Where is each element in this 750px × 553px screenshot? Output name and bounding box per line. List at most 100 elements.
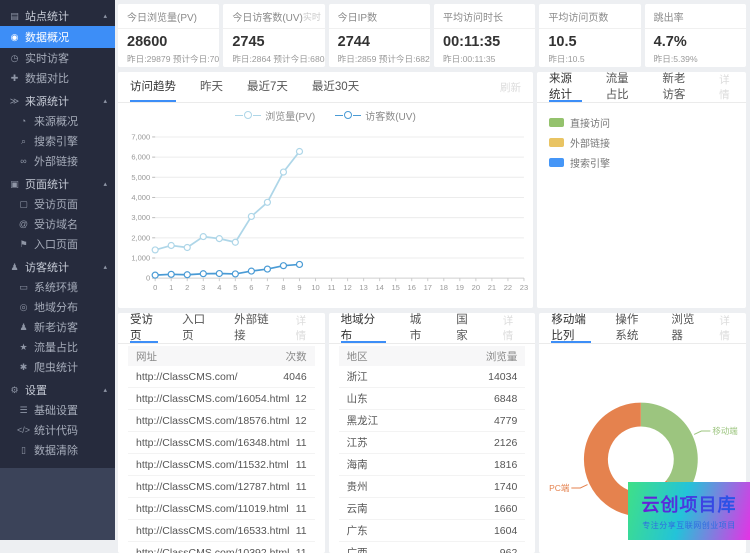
svg-text:1,000: 1,000 bbox=[131, 254, 150, 263]
pages-row-label: http://ClassCMS.com/18576.html bbox=[136, 415, 289, 427]
dashboard-icon: ◉ bbox=[8, 32, 21, 43]
source-legend-item[interactable]: 搜索引擎 bbox=[549, 155, 610, 170]
sidebar-item-page-stats[interactable]: ▣页面统计▴ bbox=[0, 174, 115, 194]
chevron-up-icon[interactable]: ▴ bbox=[103, 12, 107, 20]
pages-tab-external-link[interactable]: 外部链接 bbox=[234, 313, 271, 343]
source-tab-source-stats[interactable]: 来源统计 bbox=[549, 72, 582, 102]
chevron-up-icon[interactable]: ▴ bbox=[103, 263, 107, 271]
sidebar-item-region-distribution[interactable]: ◎地域分布 bbox=[0, 297, 115, 317]
svg-text:7: 7 bbox=[265, 283, 269, 292]
sidebar-item-label: 统计代码 bbox=[34, 422, 107, 438]
pages-icon: ▣ bbox=[8, 179, 21, 190]
chevron-up-icon[interactable]: ▴ bbox=[103, 180, 107, 188]
sidebar-item-visited-pages[interactable]: ▢受访页面 bbox=[0, 194, 115, 214]
device-tab-browser[interactable]: 浏览器 bbox=[671, 313, 695, 343]
source-action-link[interactable]: 详情 bbox=[719, 72, 734, 102]
sidebar-item-site-stats[interactable]: ▤站点统计▴ bbox=[0, 6, 115, 26]
trend-tab-yesterday[interactable]: 昨天 bbox=[200, 72, 223, 102]
pages-row-value: 11 bbox=[296, 547, 307, 553]
region-tab-country[interactable]: 国家 bbox=[456, 313, 479, 343]
legend-line bbox=[235, 115, 243, 116]
sidebar-item-label: 系统环境 bbox=[34, 279, 107, 295]
sidebar-item-realtime-visitors[interactable]: ◷实时访客 bbox=[0, 48, 115, 68]
pie-icon: ◔ bbox=[17, 116, 30, 126]
chevron-up-icon[interactable]: ▴ bbox=[103, 97, 107, 105]
trend-tab-last30[interactable]: 最近30天 bbox=[312, 72, 359, 102]
chevron-up-icon[interactable]: ▴ bbox=[103, 386, 107, 394]
sidebar-item-data-compare[interactable]: ✚数据对比 bbox=[0, 68, 115, 88]
sidebar-item-label: 来源概况 bbox=[34, 113, 107, 129]
sidebar-item-data-clear[interactable]: ▯数据清除 bbox=[0, 440, 115, 460]
stat-card-uv: 今日访客数(UV)实时2745昨日:2864 预计今日:6808∧ bbox=[223, 4, 324, 67]
trend-action-link[interactable]: 刷新 bbox=[500, 72, 521, 102]
legend-marker-icon bbox=[344, 111, 352, 119]
source-tabs: 来源统计流量占比新老访客详情 bbox=[537, 72, 746, 103]
sidebar-item-new-old-visitors[interactable]: ♟新老访客 bbox=[0, 317, 115, 337]
sidebar-item-external-links[interactable]: ∞外部链接 bbox=[0, 151, 115, 171]
trend-tab-visit-trend[interactable]: 访问趋势 bbox=[130, 72, 176, 102]
sidebar-item-visitor-stats[interactable]: ♟访客统计▴ bbox=[0, 257, 115, 277]
source-tab-traffic-share[interactable]: 流量占比 bbox=[606, 72, 639, 102]
region-panel: 地域分布城市国家详情 地区浏览量浙江14034山东6848黑龙江4779江苏21… bbox=[329, 313, 536, 553]
svg-text:9: 9 bbox=[297, 283, 301, 292]
sidebar-item-visited-domains[interactable]: @受访域名 bbox=[0, 214, 115, 234]
source-legend-item[interactable]: 外部链接 bbox=[549, 135, 610, 150]
legend-line bbox=[253, 115, 261, 116]
svg-text:3,000: 3,000 bbox=[131, 213, 150, 222]
sidebar-item-entry-pages[interactable]: ⚑入口页面 bbox=[0, 234, 115, 254]
legend-item[interactable]: 访客数(UV) bbox=[335, 108, 416, 123]
stat-card-avg-duration: 平均访问时长00:11:35昨日:00:11:35 bbox=[434, 4, 535, 67]
stat-card-value: 28600 bbox=[118, 29, 219, 50]
svg-text:PC端: PC端 bbox=[549, 483, 570, 493]
sidebar-item-system-env[interactable]: ▭系统环境 bbox=[0, 277, 115, 297]
device-action-link[interactable]: 详情 bbox=[719, 313, 734, 343]
sidebar-item-tracking-code[interactable]: </>统计代码 bbox=[0, 420, 115, 440]
sidebar-item-label: 地域分布 bbox=[34, 299, 107, 315]
pages-row-label: http://ClassCMS.com/16533.html bbox=[136, 525, 289, 537]
region-tab-city[interactable]: 城市 bbox=[410, 313, 433, 343]
region-row-label: 云南 bbox=[347, 501, 368, 516]
stat-card-ip: 今日IP数2744昨日:2859 预计今日:6824∧ bbox=[329, 4, 430, 67]
pages-row-value: 11 bbox=[296, 481, 307, 493]
pages-tab-entry-page[interactable]: 入口页 bbox=[182, 313, 210, 343]
svg-text:13: 13 bbox=[359, 283, 367, 292]
stat-card-title: 平均访问页数 bbox=[548, 9, 608, 24]
sidebar-item-basic-settings[interactable]: ☰基础设置 bbox=[0, 400, 115, 420]
svg-text:12: 12 bbox=[343, 283, 351, 292]
pages-action-link[interactable]: 详情 bbox=[296, 313, 313, 343]
region-table-header: 地区浏览量 bbox=[339, 346, 526, 366]
trend-tab-last7[interactable]: 最近7天 bbox=[247, 72, 288, 102]
sidebar-item-crawler-stats[interactable]: ✱爬虫统计 bbox=[0, 357, 115, 377]
bug-icon: ✱ bbox=[17, 362, 30, 373]
stat-card-title: 今日浏览量(PV) bbox=[127, 9, 197, 24]
sidebar-item-search-engines[interactable]: ⌕搜索引擎 bbox=[0, 131, 115, 151]
svg-text:4: 4 bbox=[217, 283, 221, 292]
region-row-label: 江苏 bbox=[347, 435, 368, 450]
pages-tab-visited-page[interactable]: 受访页 bbox=[130, 313, 158, 343]
pages-tabs: 受访页入口页外部链接详情 bbox=[118, 313, 325, 344]
svg-text:16: 16 bbox=[408, 283, 416, 292]
region-row-label: 贵州 bbox=[347, 479, 368, 494]
sidebar-item-settings[interactable]: ⚙设置▴ bbox=[0, 380, 115, 400]
svg-text:18: 18 bbox=[440, 283, 448, 292]
region-action-link[interactable]: 详情 bbox=[503, 313, 524, 343]
svg-text:移动端: 移动端 bbox=[713, 426, 739, 436]
legend-item[interactable]: 浏览量(PV) bbox=[235, 108, 315, 123]
sidebar-item-data-overview[interactable]: ◉数据概况 bbox=[0, 26, 115, 48]
sidebar-item-label: 流量占比 bbox=[34, 339, 107, 355]
svg-text:15: 15 bbox=[392, 283, 400, 292]
source-tab-new-old[interactable]: 新老访客 bbox=[662, 72, 695, 102]
sidebar-item-source-stats[interactable]: ≫来源统计▴ bbox=[0, 91, 115, 111]
stat-card-title: 今日IP数 bbox=[338, 9, 377, 24]
sidebar-item-label: 新老访客 bbox=[34, 319, 107, 335]
sidebar-item-source-overview[interactable]: ◔ 来源概况 bbox=[0, 111, 115, 131]
stat-card-title: 今日访客数(UV) bbox=[232, 9, 303, 24]
device-tab-os[interactable]: 操作系统 bbox=[615, 313, 647, 343]
device-tab-mobile-ratio[interactable]: 移动端比列 bbox=[551, 313, 591, 343]
region-tab-region[interactable]: 地域分布 bbox=[341, 313, 386, 343]
sidebar-item-traffic-share[interactable]: ★流量占比 bbox=[0, 337, 115, 357]
region-row-value: 14034 bbox=[488, 371, 517, 383]
stat-card-footer-text: 昨日:2864 预计今日:6808 bbox=[232, 53, 324, 65]
source-legend-item[interactable]: 直接访问 bbox=[549, 115, 610, 130]
region-table-row: 浙江14034 bbox=[339, 366, 526, 388]
